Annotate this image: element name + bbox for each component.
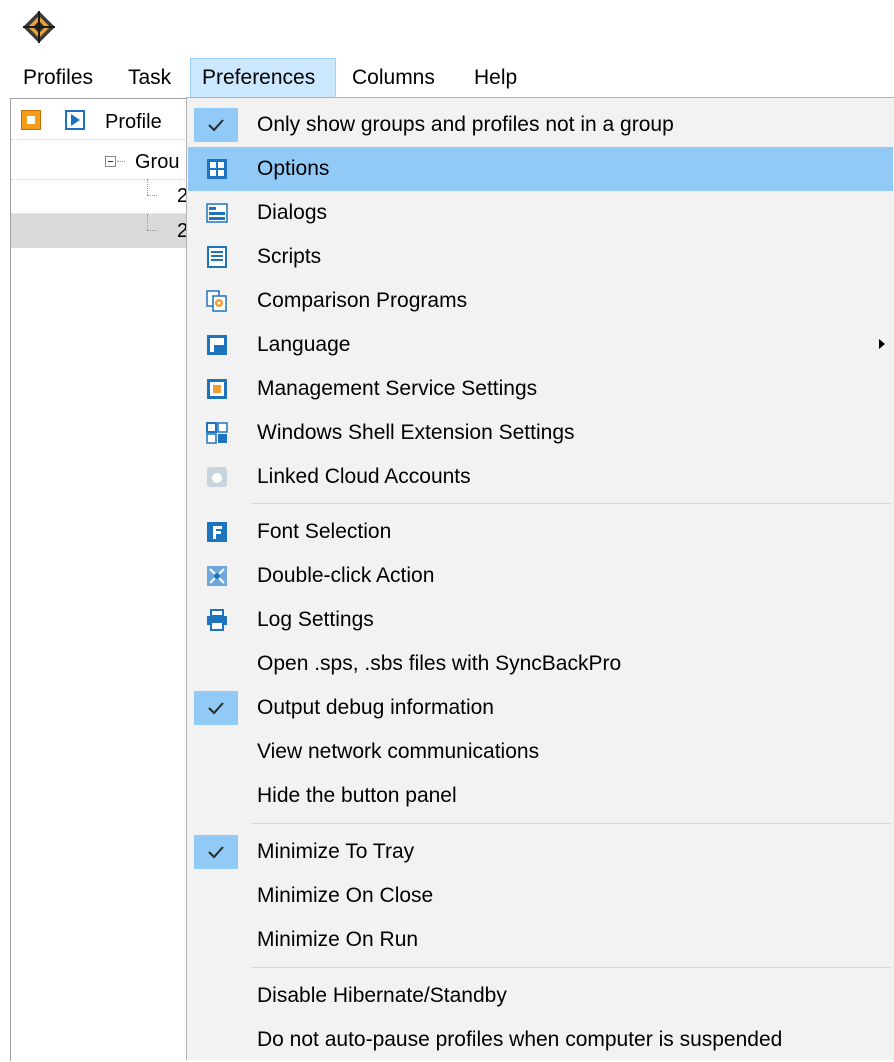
- menu-item-minimize-to-tray[interactable]: Minimize To Tray: [188, 830, 893, 874]
- double-click-icon: [206, 565, 228, 587]
- menu-item-only-show-groups[interactable]: Only show groups and profiles not in a g…: [188, 103, 893, 147]
- menu-item-view-network[interactable]: View network communications: [188, 730, 893, 774]
- menu-item-shell-extension[interactable]: Windows Shell Extension Settings: [188, 411, 893, 455]
- menu-item-label: Do not auto-pause profiles when computer…: [257, 1028, 783, 1051]
- menu-item-label: Double-click Action: [257, 564, 435, 587]
- menu-columns[interactable]: Columns: [352, 58, 435, 98]
- menu-help[interactable]: Help: [474, 58, 517, 98]
- comparison-programs-icon: [206, 290, 228, 312]
- menu-item-scripts[interactable]: Scripts: [188, 235, 893, 279]
- cloud-accounts-icon: [206, 466, 228, 488]
- menu-item-label: Output debug information: [257, 696, 494, 719]
- menu-item-management-service[interactable]: Management Service Settings: [188, 367, 893, 411]
- profile-tree: Profile Grou 2 2: [10, 98, 191, 1061]
- profile-column-header[interactable]: Profile: [105, 111, 162, 134]
- menu-separator: [251, 823, 891, 824]
- language-icon: [206, 334, 228, 356]
- menu-item-label: Scripts: [257, 245, 322, 268]
- menu-item-open-sps-files[interactable]: Open .sps, .sbs files with SyncBackPro: [188, 642, 893, 686]
- menu-item-label: Minimize On Run: [257, 928, 419, 951]
- menu-item-hide-button-panel[interactable]: Hide the button panel: [188, 774, 893, 818]
- menu-item-label: Language: [257, 333, 351, 356]
- menu-separator: [251, 503, 891, 504]
- menu-task[interactable]: Task: [128, 58, 171, 98]
- tree-connector: [117, 161, 125, 162]
- menu-item-disable-hibernate[interactable]: Disable Hibernate/Standby: [188, 974, 893, 1018]
- menu-item-output-debug[interactable]: Output debug information: [188, 686, 893, 730]
- menu-item-label: Log Settings: [257, 608, 374, 631]
- menu-item-label: Font Selection: [257, 520, 392, 543]
- app-logo-icon: [22, 10, 56, 44]
- menu-item-label: Minimize On Close: [257, 884, 434, 907]
- menu-item-label: Open .sps, .sbs files with SyncBackPro: [257, 652, 622, 675]
- menu-item-double-click-action[interactable]: Double-click Action: [188, 554, 893, 598]
- menu-item-label: Disable Hibernate/Standby: [257, 984, 507, 1007]
- menu-item-label: Dialogs: [257, 201, 328, 224]
- tree-child-row[interactable]: 2: [11, 179, 191, 214]
- menu-item-label: Options: [257, 157, 330, 180]
- menu-item-label: Management Service Settings: [257, 377, 538, 400]
- tree-connector: [147, 230, 157, 231]
- menu-item-label: Linked Cloud Accounts: [257, 465, 471, 488]
- menu-profiles[interactable]: Profiles: [23, 58, 93, 98]
- tree-connector: [147, 214, 148, 230]
- menubar: Profiles Task Preferences Columns Help: [0, 58, 894, 98]
- menu-item-label: Windows Shell Extension Settings: [257, 421, 575, 444]
- collapse-icon[interactable]: [105, 156, 116, 167]
- scripts-icon: [206, 246, 228, 268]
- tree-child-row-selected[interactable]: 2: [11, 214, 191, 248]
- tree-connector: [147, 195, 157, 196]
- checkmark-icon: [194, 108, 238, 142]
- stop-icon[interactable]: [21, 110, 41, 130]
- menu-item-font-selection[interactable]: Font Selection: [188, 510, 893, 554]
- checkmark-icon: [194, 835, 238, 869]
- options-icon: [206, 158, 228, 180]
- menu-item-comparison-programs[interactable]: Comparison Programs: [188, 279, 893, 323]
- tree-connector: [147, 179, 148, 195]
- menu-item-dialogs[interactable]: Dialogs: [188, 191, 893, 235]
- tree-header-row: Profile: [11, 105, 191, 140]
- submenu-arrow-icon: [879, 339, 885, 349]
- group-label: Grou: [135, 151, 180, 173]
- menu-item-log-settings[interactable]: Log Settings: [188, 598, 893, 642]
- menu-item-label: View network communications: [257, 740, 540, 763]
- menu-item-minimize-on-close[interactable]: Minimize On Close: [188, 874, 893, 918]
- menu-item-do-not-auto-pause[interactable]: Do not auto-pause profiles when computer…: [188, 1018, 893, 1062]
- menu-item-minimize-on-run[interactable]: Minimize On Run: [188, 918, 893, 962]
- run-icon[interactable]: [65, 110, 85, 130]
- menu-item-options[interactable]: Options: [188, 147, 893, 191]
- checkmark-icon: [194, 691, 238, 725]
- font-icon: [206, 521, 228, 543]
- menu-item-label: Minimize To Tray: [257, 840, 415, 863]
- log-settings-icon: [206, 609, 228, 631]
- menu-separator: [251, 967, 891, 968]
- dialogs-icon: [206, 202, 228, 224]
- shell-extension-icon: [206, 422, 228, 444]
- menu-item-label: Only show groups and profiles not in a g…: [257, 113, 674, 136]
- menu-item-language[interactable]: Language: [188, 323, 893, 367]
- menu-item-label: Comparison Programs: [257, 289, 468, 312]
- menu-item-label: Hide the button panel: [257, 784, 457, 807]
- tree-group-row[interactable]: Grou: [11, 145, 191, 180]
- menu-preferences[interactable]: Preferences: [190, 58, 336, 98]
- menu-item-linked-cloud-accounts[interactable]: Linked Cloud Accounts: [188, 455, 893, 499]
- preferences-dropdown-menu: Only show groups and profiles not in a g…: [186, 97, 894, 1060]
- management-service-icon: [206, 378, 228, 400]
